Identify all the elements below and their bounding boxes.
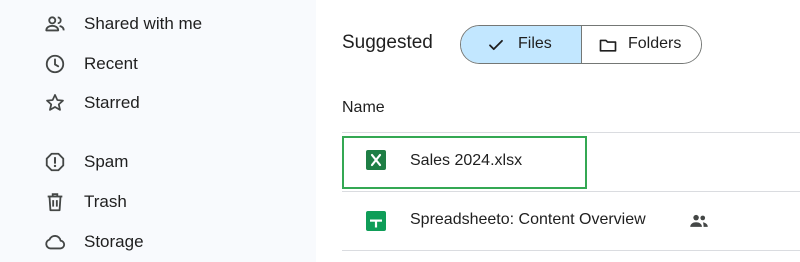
trash-icon (43, 190, 67, 214)
files-filter-button[interactable]: Files (461, 26, 582, 63)
file-row-spreadsheeto[interactable]: Spreadsheeto: Content Overview (342, 192, 800, 249)
sidebar-item-label: Starred (84, 93, 140, 112)
main-content: Suggested Files Folders Name Sales 2024.… (316, 0, 800, 262)
google-sheets-icon (366, 211, 386, 231)
check-icon (489, 39, 503, 51)
file-name: Spreadsheeto: Content Overview (410, 211, 646, 228)
file-type-filter: Files Folders (460, 25, 702, 64)
sidebar-item-label: Recent (84, 54, 138, 73)
sidebar-item-label: Trash (84, 192, 127, 211)
sidebar-item-shared-with-me[interactable]: Shared with me (0, 7, 300, 39)
folders-filter-button[interactable]: Folders (582, 26, 701, 63)
file-name: Sales 2024.xlsx (410, 152, 523, 169)
divider (342, 250, 800, 251)
sidebar-item-trash[interactable]: Trash (0, 185, 300, 217)
file-row-sales-2024[interactable]: Sales 2024.xlsx (342, 133, 800, 190)
excel-icon (366, 150, 386, 170)
sidebar-item-storage[interactable]: Storage (0, 225, 300, 257)
star-icon (43, 91, 67, 115)
sidebar-item-label: Shared with me (84, 14, 203, 33)
name-column-header[interactable]: Name (342, 99, 385, 117)
sidebar: Shared with me Recent Starred Spam Trash… (0, 0, 316, 262)
sidebar-item-starred[interactable]: Starred (0, 86, 300, 118)
suggested-heading: Suggested (342, 32, 433, 53)
clock-icon (43, 52, 67, 76)
sidebar-item-label: Storage (84, 232, 144, 251)
spam-icon (43, 150, 67, 174)
shared-people-icon (43, 12, 67, 36)
sidebar-item-spam[interactable]: Spam (0, 145, 300, 177)
sidebar-item-label: Spam (84, 152, 129, 171)
sidebar-item-recent[interactable]: Recent (0, 47, 300, 79)
folder-icon (599, 39, 617, 52)
folders-filter-label: Folders (628, 35, 682, 52)
files-filter-label: Files (518, 35, 552, 52)
shared-people-icon (689, 212, 709, 235)
cloud-icon (43, 230, 67, 254)
